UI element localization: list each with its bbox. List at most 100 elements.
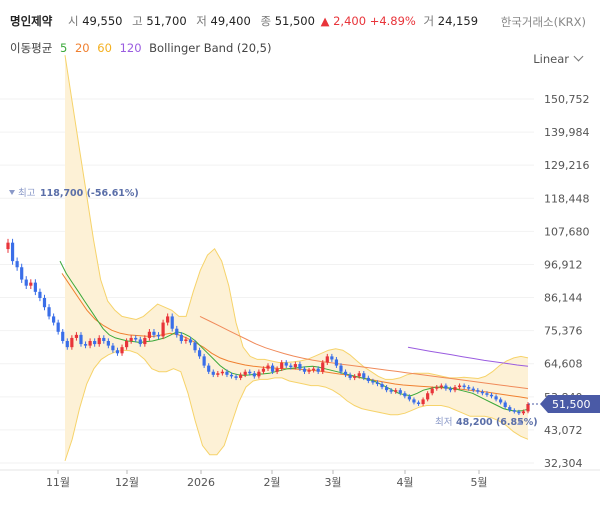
candle-body — [421, 399, 425, 405]
candle-body — [471, 388, 475, 391]
high-annotation-label: 최고 — [18, 188, 36, 199]
candle-body — [184, 339, 188, 342]
candle-body — [6, 242, 10, 250]
candle-body — [293, 364, 297, 368]
candle-body — [229, 374, 234, 377]
candle-body — [435, 387, 439, 389]
candle-body — [499, 399, 503, 403]
candle-body — [65, 341, 69, 348]
candle-body — [124, 341, 129, 348]
candle-body — [83, 344, 88, 346]
y-tick-label: 64,608 — [544, 358, 583, 371]
candle-body — [38, 291, 42, 298]
candle-body — [512, 410, 516, 412]
x-tick-label: 4월 — [396, 476, 413, 489]
candle-body — [234, 376, 238, 378]
low-annotation-label: 최저 — [435, 417, 452, 428]
y-tick-label: 107,680 — [544, 225, 590, 238]
y-tick-label: 150,752 — [544, 93, 590, 106]
candle-body — [111, 345, 115, 351]
candle-body — [97, 337, 101, 345]
candle-body — [403, 393, 407, 397]
candle-body — [129, 337, 133, 342]
candle-body — [430, 388, 434, 394]
last-price-label: 51,500 — [552, 398, 591, 411]
candle-body — [56, 322, 60, 332]
candle-body — [330, 356, 334, 360]
y-tick-label: 139,984 — [544, 126, 590, 139]
candle-body — [485, 393, 489, 395]
candle-body — [334, 359, 339, 366]
candle-body — [143, 337, 147, 345]
candle-body — [521, 411, 526, 414]
candle-body — [161, 322, 165, 337]
candle-body — [179, 334, 183, 342]
x-tick-label: 2월 — [263, 476, 280, 489]
price-chart[interactable]: 150,752 139,984 129,216 118,448 107,680 96,91… — [0, 0, 600, 514]
candle-body — [380, 384, 384, 388]
x-tick-label: 3월 — [324, 476, 341, 489]
bollinger-band-fill — [65, 55, 528, 461]
candle-body — [353, 376, 357, 378]
candle-body — [211, 371, 215, 375]
candle-body — [261, 368, 266, 372]
x-tick-label: 2026 — [187, 476, 215, 489]
candle-body — [207, 365, 211, 372]
candle-body — [467, 387, 471, 389]
candle-body — [302, 368, 307, 372]
candle-body — [517, 411, 521, 414]
candle-body — [152, 331, 156, 335]
candle-body — [284, 362, 288, 366]
y-tick-label: 43,072 — [544, 424, 583, 437]
y-tick-label: 32,304 — [544, 457, 583, 470]
candle-body — [106, 341, 110, 346]
candle-body — [20, 267, 24, 280]
y-tick-label: 129,216 — [544, 159, 590, 172]
candle-body — [93, 341, 97, 345]
candle-body — [407, 396, 412, 400]
candle-body — [448, 388, 453, 391]
candle-body — [115, 350, 120, 354]
candle-body — [307, 370, 311, 372]
candle-body — [270, 365, 275, 372]
x-tick-label: 12월 — [115, 476, 139, 489]
candle-body — [453, 387, 457, 391]
candle-body — [33, 282, 37, 292]
high-marker-icon — [9, 190, 15, 195]
candle-body — [248, 371, 252, 374]
candle-body — [257, 371, 261, 377]
candle-body — [366, 377, 370, 381]
candle-body — [494, 396, 498, 400]
candle-body — [398, 390, 402, 394]
candle-body — [325, 356, 329, 363]
candle-body — [457, 385, 462, 388]
candle-body — [147, 331, 152, 338]
candle-body — [508, 407, 512, 411]
candle-body — [166, 316, 170, 323]
candle-body — [444, 385, 448, 389]
candle-body — [439, 385, 443, 388]
y-tick-label: 86,144 — [544, 292, 583, 305]
candle-body — [47, 307, 51, 317]
candle-body — [193, 342, 197, 351]
x-tick-label: 11월 — [46, 476, 70, 489]
candle-body — [24, 279, 28, 286]
candle-body — [74, 334, 79, 338]
candle-body — [489, 394, 494, 397]
candle-body — [339, 365, 343, 372]
candle-body — [316, 368, 320, 372]
candle-body — [476, 390, 480, 392]
x-tick-label: 5월 — [470, 476, 487, 489]
y-tick-label: 118,448 — [544, 192, 590, 205]
candle-body — [243, 371, 247, 375]
candle-body — [280, 362, 284, 369]
candle-body — [503, 402, 507, 408]
high-annotation-value: 118,700 (-56.61%) — [40, 188, 139, 199]
candle-body — [266, 365, 270, 369]
candle-body — [416, 402, 421, 405]
candle-body — [275, 368, 279, 372]
low-annotation-value: 48,200 (6.85%) — [456, 417, 538, 428]
candle-body — [202, 356, 206, 366]
candle-body — [375, 382, 380, 385]
candle-body — [480, 391, 484, 394]
